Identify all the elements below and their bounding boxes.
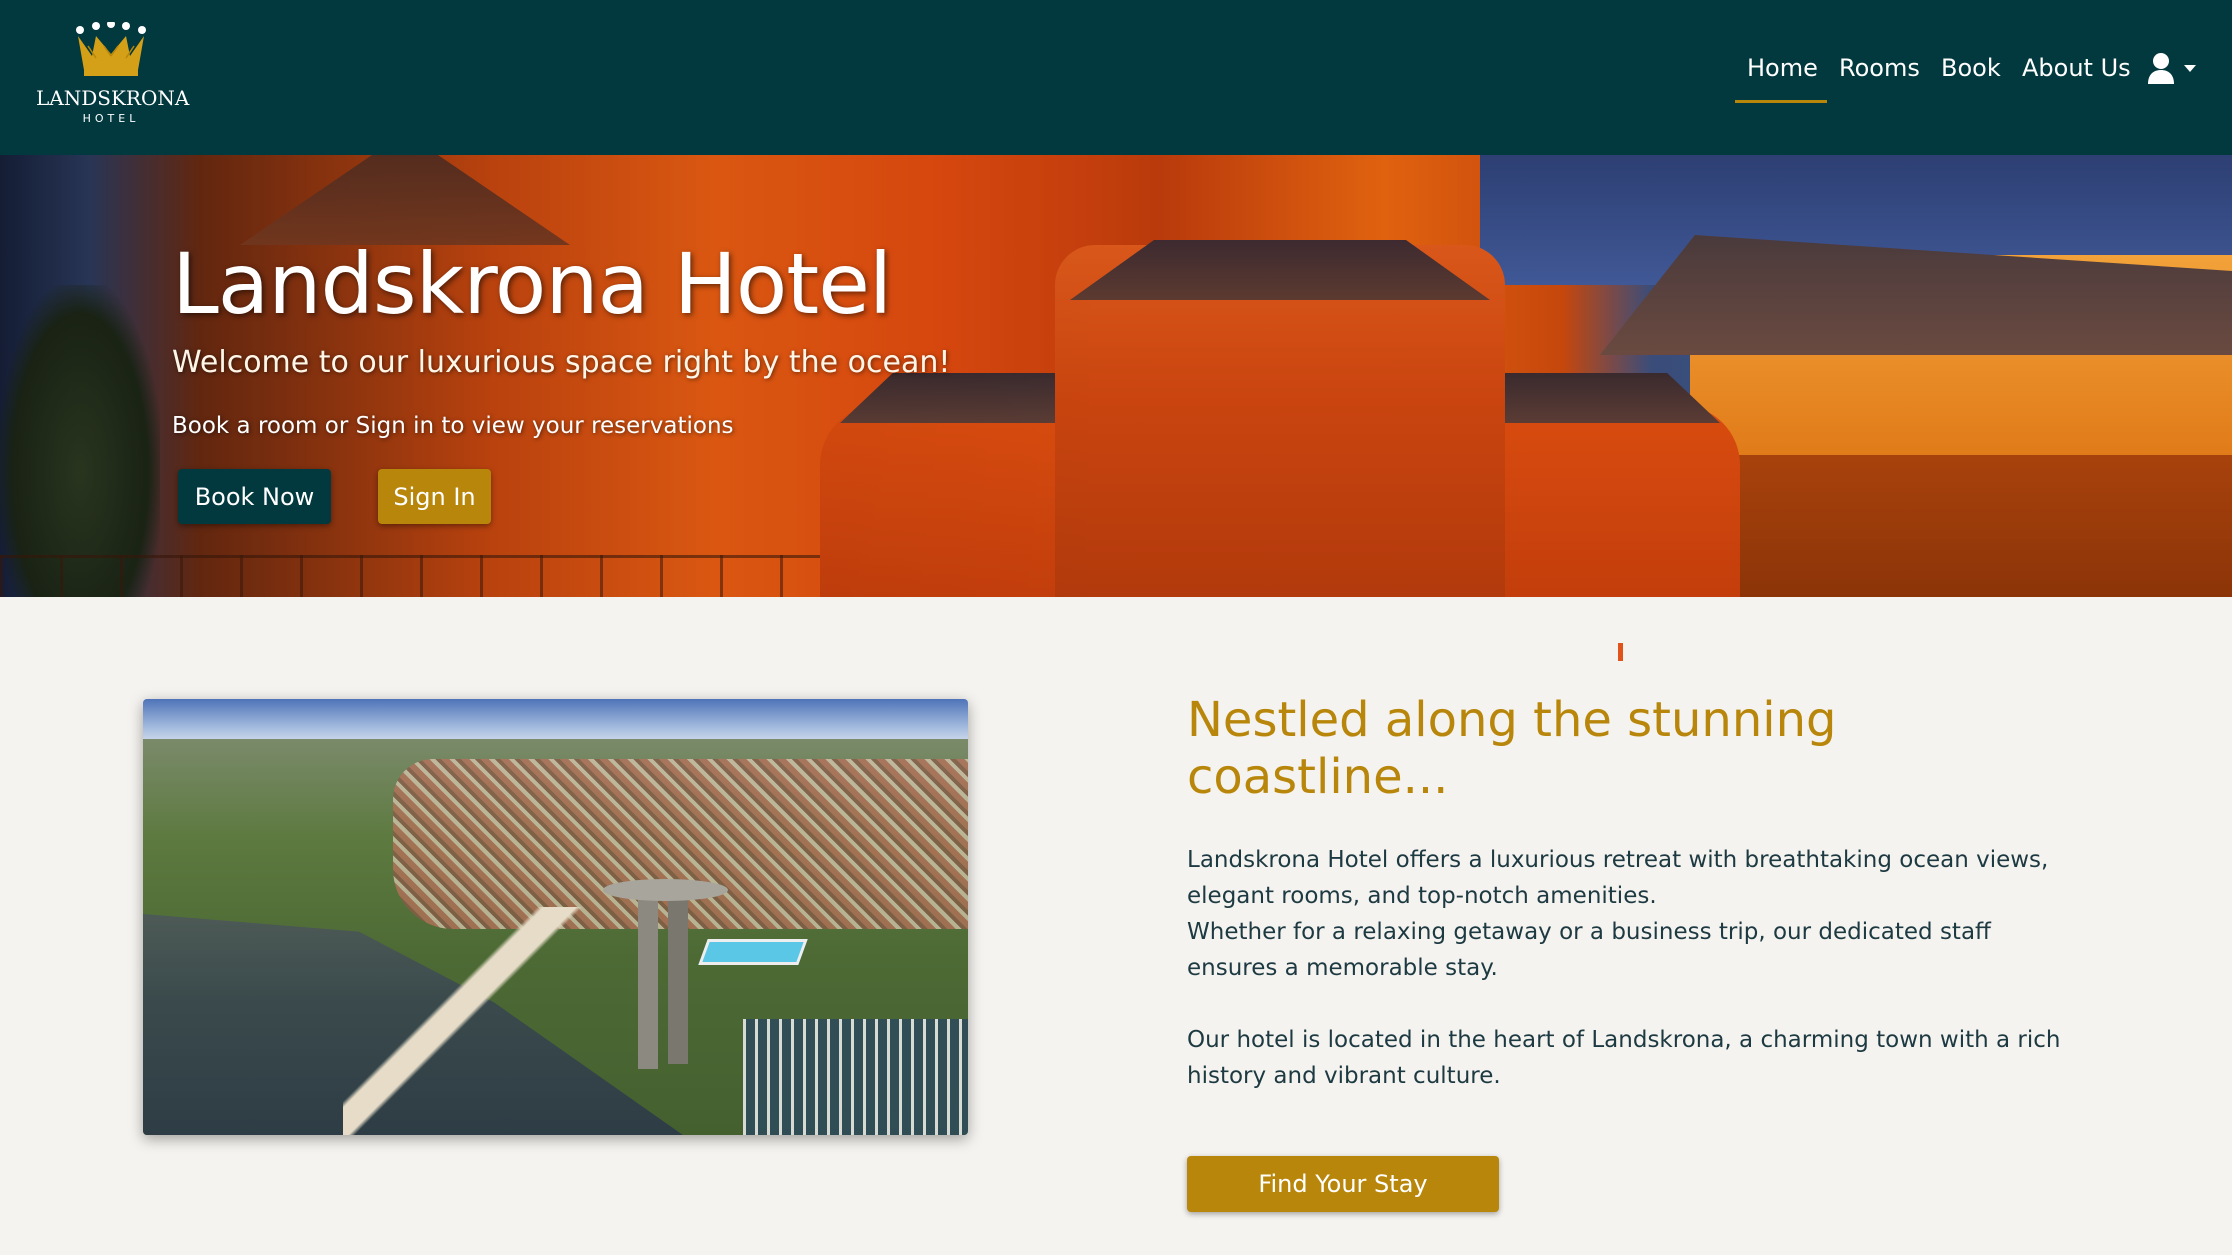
landskrona-aerial-photo — [143, 699, 968, 1135]
decorative-marker — [1618, 643, 1623, 661]
about-paragraph-1: Landskrona Hotel offers a luxurious retr… — [1187, 842, 2067, 986]
hotel-logo[interactable]: LANDSKRONA HOTEL — [36, 22, 190, 132]
hero-banner: Landskrona Hotel Welcome to our luxuriou… — [0, 155, 2232, 597]
book-now-button[interactable]: Book Now — [178, 469, 331, 524]
crown-icon — [76, 22, 146, 76]
logo-name: LANDSKRONA — [36, 86, 190, 110]
nav-link-home[interactable]: Home — [1747, 54, 1818, 82]
about-paragraph-2: Our hotel is located in the heart of Lan… — [1187, 1027, 2061, 1089]
about-text-line-2: Whether for a relaxing getaway or a busi… — [1187, 919, 1991, 981]
user-menu-dropdown[interactable] — [2146, 52, 2204, 88]
active-nav-indicator — [1735, 100, 1827, 103]
about-heading: Nestled along the stunning coastline... — [1187, 692, 1837, 805]
nav-link-about-us[interactable]: About Us — [2022, 54, 2131, 82]
hero-note: Book a room or Sign in to view your rese… — [172, 413, 734, 439]
user-icon — [2148, 53, 2174, 84]
hero-title: Landskrona Hotel — [172, 235, 892, 333]
about-text-line-1: Landskrona Hotel offers a luxurious retr… — [1187, 847, 2049, 909]
nav-link-book[interactable]: Book — [1941, 54, 2001, 82]
caret-down-icon — [2184, 65, 2196, 72]
sign-in-button[interactable]: Sign In — [378, 469, 491, 524]
logo-subtitle: HOTEL — [82, 112, 140, 125]
navbar: LANDSKRONA HOTEL Home Rooms Book About U… — [0, 0, 2232, 155]
hero-subtitle: Welcome to our luxurious space right by … — [172, 345, 951, 380]
nav-link-rooms[interactable]: Rooms — [1839, 54, 1920, 82]
find-your-stay-button[interactable]: Find Your Stay — [1187, 1156, 1499, 1212]
